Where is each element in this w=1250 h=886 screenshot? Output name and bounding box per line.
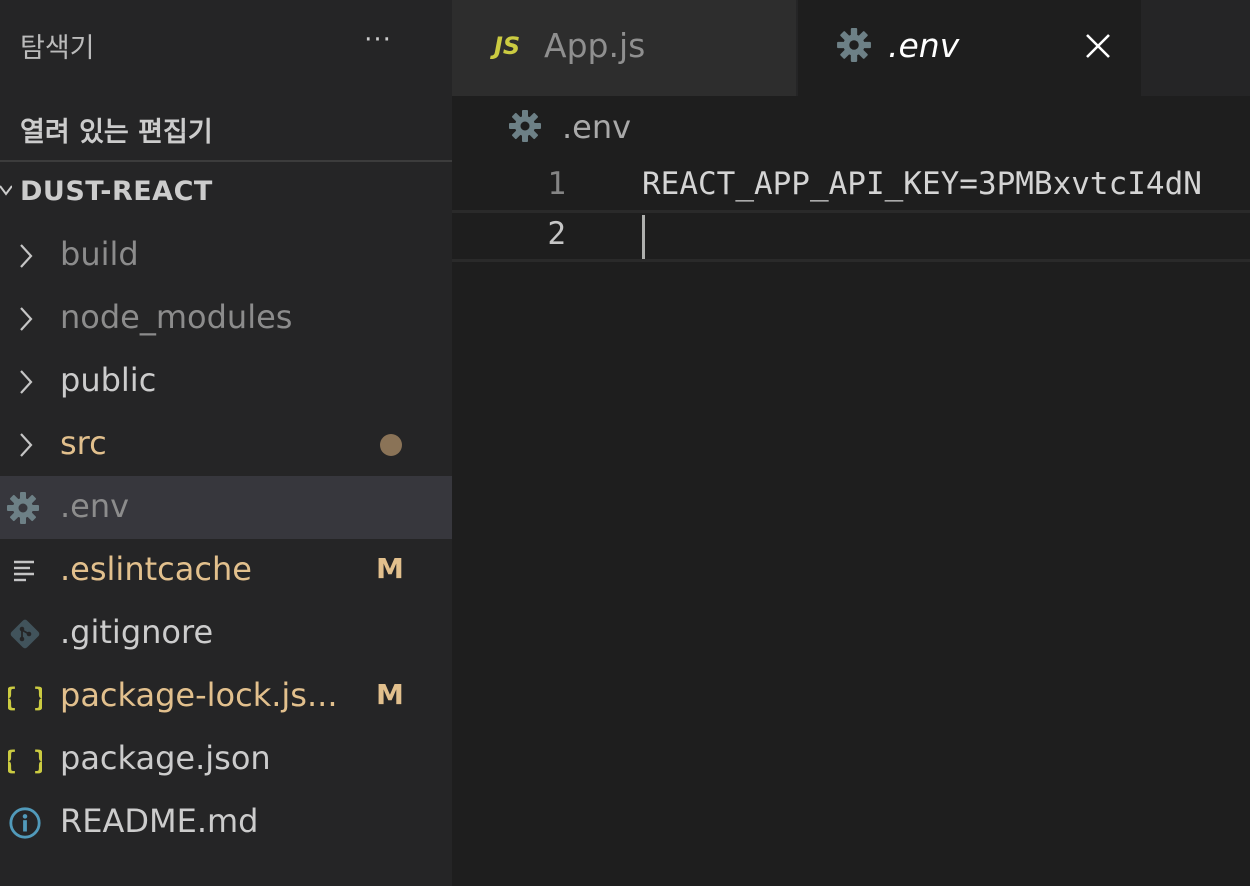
more-actions-icon[interactable]: ··· [358,20,398,60]
git-modified-badge: M [376,552,404,585]
git-modified-badge: M [376,678,404,711]
tree-item-label: build [60,235,139,273]
editor-tab-bar: JS App.js .env [452,0,1250,96]
breadcrumb[interactable]: .env [452,96,1250,156]
explorer-sidebar: 탐색기 ··· 열려 있는 편집기 DUST-REACT build node_… [0,0,452,886]
chevron-right-icon [8,428,42,462]
line-text: REACT_APP_API_KEY=3PMBxvtcI4dN [642,166,1202,202]
tree-item-label: node_modules [60,298,293,336]
tree-item-src[interactable]: src [0,413,452,476]
tree-item-gitignore[interactable]: .gitignore [0,602,452,665]
svg-text:{ }: { } [8,746,42,776]
explorer-header: 탐색기 ··· [0,0,452,92]
tree-item-eslintcache[interactable]: .eslintcache M [0,539,452,602]
tree-item-label: .env [60,487,130,525]
tree-item-public[interactable]: public [0,350,452,413]
gear-icon [6,491,40,525]
open-editors-label: 열려 있는 편집기 [20,117,213,148]
braces-icon: { } [8,743,42,777]
open-editors-section[interactable]: 열려 있는 편집기 [0,96,452,162]
tree-item-build[interactable]: build [0,224,452,287]
tab-label: .env [888,26,960,65]
text-cursor [642,215,645,259]
explorer-title: 탐색기 [20,33,95,64]
line-number: 1 [547,166,566,202]
line-number: 2 [547,216,566,252]
info-icon [8,806,42,840]
tree-item-label: package.json [60,739,271,777]
close-icon[interactable] [1082,30,1114,62]
tree-item-label: src [60,424,107,462]
tree-item-label: public [60,361,157,399]
tree-item-label: .gitignore [60,613,214,651]
modified-dot-icon [380,434,402,456]
tree-item-package-json[interactable]: { } package.json [0,728,452,791]
chevron-right-icon [8,365,42,399]
tree-item-label: .eslintcache [60,550,252,588]
tree-item-label: README.md [60,802,259,840]
chevron-down-icon [0,185,12,196]
tree-item-node-modules[interactable]: node_modules [0,287,452,350]
tab-label: App.js [544,26,646,65]
svg-text:{ }: { } [8,683,42,713]
code-line-current[interactable]: 2 [452,210,1250,262]
gear-icon [837,28,871,62]
tab-app-js[interactable]: JS App.js [452,0,797,96]
tree-item-label: package-lock.js... [60,676,338,714]
braces-icon: { } [8,680,42,714]
tree-item-env[interactable]: .env [0,476,452,539]
lines-icon [8,554,42,588]
chevron-right-icon [8,239,42,273]
chevron-right-icon [8,302,42,336]
tree-item-readme[interactable]: README.md [0,791,452,854]
tab-env[interactable]: .env [798,0,1141,96]
project-label: DUST-REACT [20,176,213,207]
vscode-window: 탐색기 ··· 열려 있는 편집기 DUST-REACT build node_… [0,0,1250,886]
git-icon [8,617,42,651]
tree-item-package-lock[interactable]: { } package-lock.js... M [0,665,452,728]
project-section[interactable]: DUST-REACT [0,162,452,224]
code-editor[interactable]: 1 REACT_APP_API_KEY=3PMBxvtcI4dN 2 [452,156,1250,886]
gear-icon [509,110,541,142]
code-line[interactable]: 1 REACT_APP_API_KEY=3PMBxvtcI4dN [452,160,1250,212]
breadcrumb-file-label: .env [562,108,632,146]
js-file-icon: JS [494,32,521,60]
